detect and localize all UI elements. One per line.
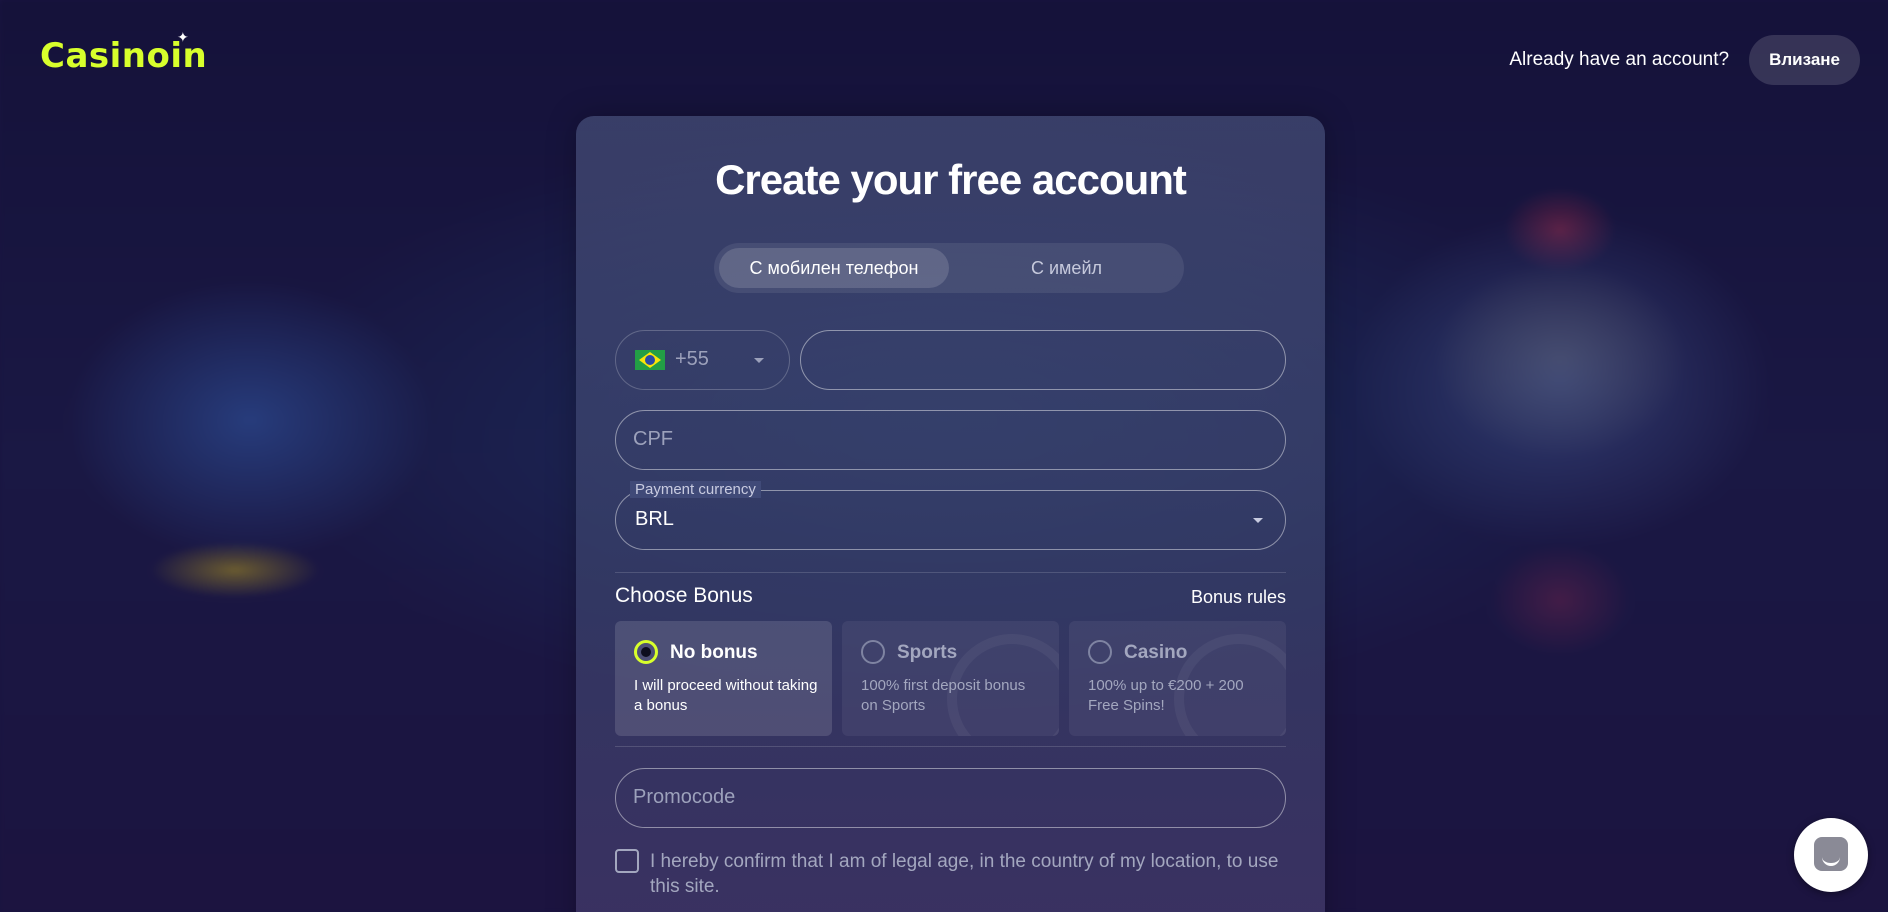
chat-bubble-icon [1814, 837, 1848, 871]
sparkle-icon: ✦ [177, 30, 190, 46]
login-button[interactable]: Влизане [1749, 35, 1860, 85]
bonus-option-sports[interactable]: Sports 100% first deposit bonus on Sport… [842, 621, 1059, 736]
country-code-select[interactable]: +55 [615, 330, 790, 390]
phone-number-input[interactable] [800, 330, 1286, 390]
radio-unselected[interactable] [1088, 640, 1112, 664]
payment-currency-label: Payment currency [630, 481, 761, 498]
bonus-description: 100% up to €200 + 200 Free Spins! [1088, 677, 1244, 714]
chat-launcher-button[interactable] [1794, 818, 1868, 892]
already-have-account-text: Already have an account? [1509, 49, 1730, 70]
radio-selected[interactable] [634, 640, 658, 664]
promocode-input[interactable]: Promocode [615, 768, 1286, 828]
page-title: Create your free account [715, 156, 1187, 203]
radio-unselected[interactable] [861, 640, 885, 664]
tab-email[interactable]: С имейл [954, 248, 1179, 288]
brazil-flag-icon [635, 350, 665, 370]
bonus-name: Sports [897, 642, 958, 663]
bonus-rules-link[interactable]: Bonus rules [1191, 587, 1286, 608]
divider [615, 746, 1286, 747]
header-account-area: Already have an account? Влизане [1509, 35, 1860, 85]
legal-age-checkbox[interactable] [615, 849, 639, 873]
bonus-name: No bonus [670, 642, 758, 663]
dial-code: +55 [675, 348, 709, 370]
chevron-down-icon [754, 358, 764, 363]
chevron-down-icon [1253, 518, 1263, 523]
payment-currency-value: BRL [635, 508, 674, 530]
bonus-description: I will proceed without taking a bonus [634, 677, 818, 714]
payment-currency-select[interactable]: Payment currency BRL [615, 481, 1286, 550]
divider [615, 572, 1286, 573]
registration-method-tabs: С мобилен телефон С имейл [714, 243, 1184, 293]
bonus-option-no-bonus[interactable]: No bonus I will proceed without taking a… [615, 621, 832, 736]
promocode-placeholder: Promocode [633, 786, 736, 808]
cpf-input[interactable]: CPF [615, 410, 1286, 470]
bonus-option-casino[interactable]: Casino 100% up to €200 + 200 Free Spins! [1069, 621, 1286, 736]
bonus-name: Casino [1124, 642, 1188, 663]
cpf-placeholder: CPF [633, 428, 673, 450]
logo[interactable]: Casinoin ✦ [40, 30, 207, 76]
legal-age-text: I hereby confirm that I am of legal age,… [650, 851, 1279, 897]
registration-card: Create your free account С мобилен телеф… [576, 116, 1325, 912]
choose-bonus-heading: Choose Bonus [615, 584, 753, 607]
tab-mobile-phone[interactable]: С мобилен телефон [719, 248, 949, 288]
bonus-description: 100% first deposit bonus on Sports [861, 677, 1026, 714]
